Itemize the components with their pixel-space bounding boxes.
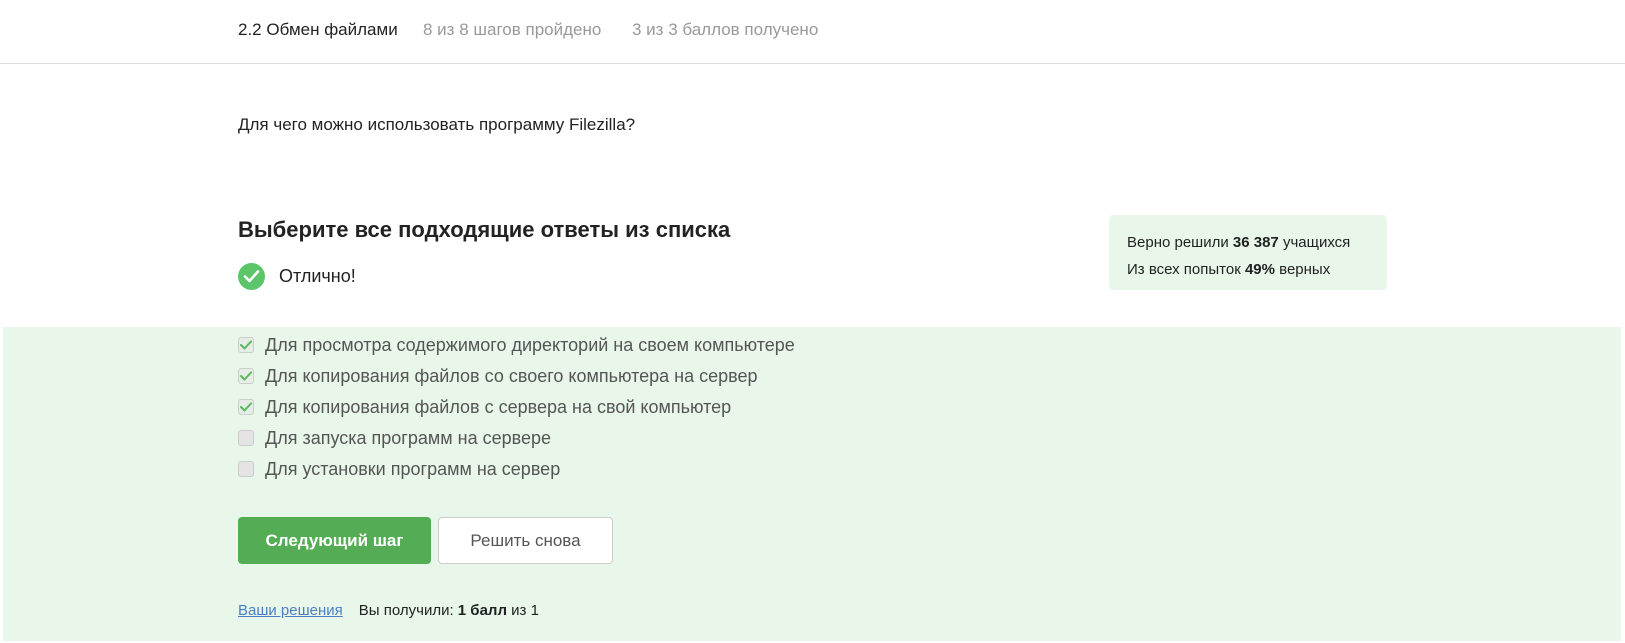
answers-panel: Для просмотра содержимого директорий на … (3, 327, 1621, 641)
next-step-button[interactable]: Следующий шаг (238, 517, 431, 564)
score-value: 1 балл (457, 602, 507, 619)
your-solutions-link[interactable]: Ваши решения (238, 602, 343, 619)
answer-option[interactable]: Для просмотра содержимого директорий на … (238, 332, 795, 358)
solved-stat: Верно решили 36 387 учащихся (1127, 234, 1351, 251)
option-label: Для копирования файлов с сервера на свой… (265, 396, 732, 417)
question-text: Для чего можно использовать программу Fi… (238, 115, 636, 134)
checkmark-icon (240, 371, 252, 381)
answer-option[interactable]: Для установки программ на сервер (238, 456, 560, 482)
answer-option[interactable]: Для копирования файлов с сервера на свой… (238, 394, 731, 420)
checkbox[interactable] (238, 430, 254, 446)
result-status: Отлично! (238, 262, 356, 290)
option-label: Для запуска программ на сервере (265, 427, 552, 448)
attempts-stat: Из всех попыток 49% верных (1127, 261, 1331, 278)
checkbox[interactable] (238, 368, 254, 384)
result-text: Отлично! (279, 265, 356, 286)
retry-button[interactable]: Решить снова (438, 517, 613, 564)
check-circle-icon (238, 262, 265, 290)
checkbox[interactable] (238, 337, 254, 353)
checkmark-icon (240, 340, 252, 350)
solved-count: 36 387 (1232, 234, 1279, 251)
lesson-title[interactable]: 2.2 Обмен файлами (238, 20, 398, 40)
step-page: 2.2 Обмен файлами 8 из 8 шагов пройдено … (0, 0, 1625, 643)
steps-progress: 8 из 8 шагов пройдено (423, 20, 602, 39)
option-label: Для просмотра содержимого директорий на … (265, 334, 795, 355)
checkmark-icon (240, 402, 252, 412)
stats-box: Верно решили 36 387 учащихся Из всех поп… (1109, 215, 1387, 290)
answer-option[interactable]: Для копирования файлов со своего компьют… (238, 363, 758, 389)
option-label: Для установки программ на сервер (265, 458, 561, 479)
instruction-heading: Выберите все подходящие ответы из списка (238, 217, 731, 242)
answer-option[interactable]: Для запуска программ на сервере (238, 425, 551, 451)
option-label: Для копирования файлов со своего компьют… (265, 365, 758, 386)
attempts-percent: 49% (1244, 261, 1275, 278)
lesson-header: 2.2 Обмен файлами 8 из 8 шагов пройдено … (0, 0, 1625, 64)
earned-score: Вы получили: 1 балл из 1 (358, 602, 539, 619)
submission-footer: Ваши решения Вы получили: 1 балл из 1 (238, 602, 539, 619)
checkbox[interactable] (238, 399, 254, 415)
score-progress: 3 из 3 баллов получено (632, 20, 819, 39)
checkbox[interactable] (238, 461, 254, 477)
